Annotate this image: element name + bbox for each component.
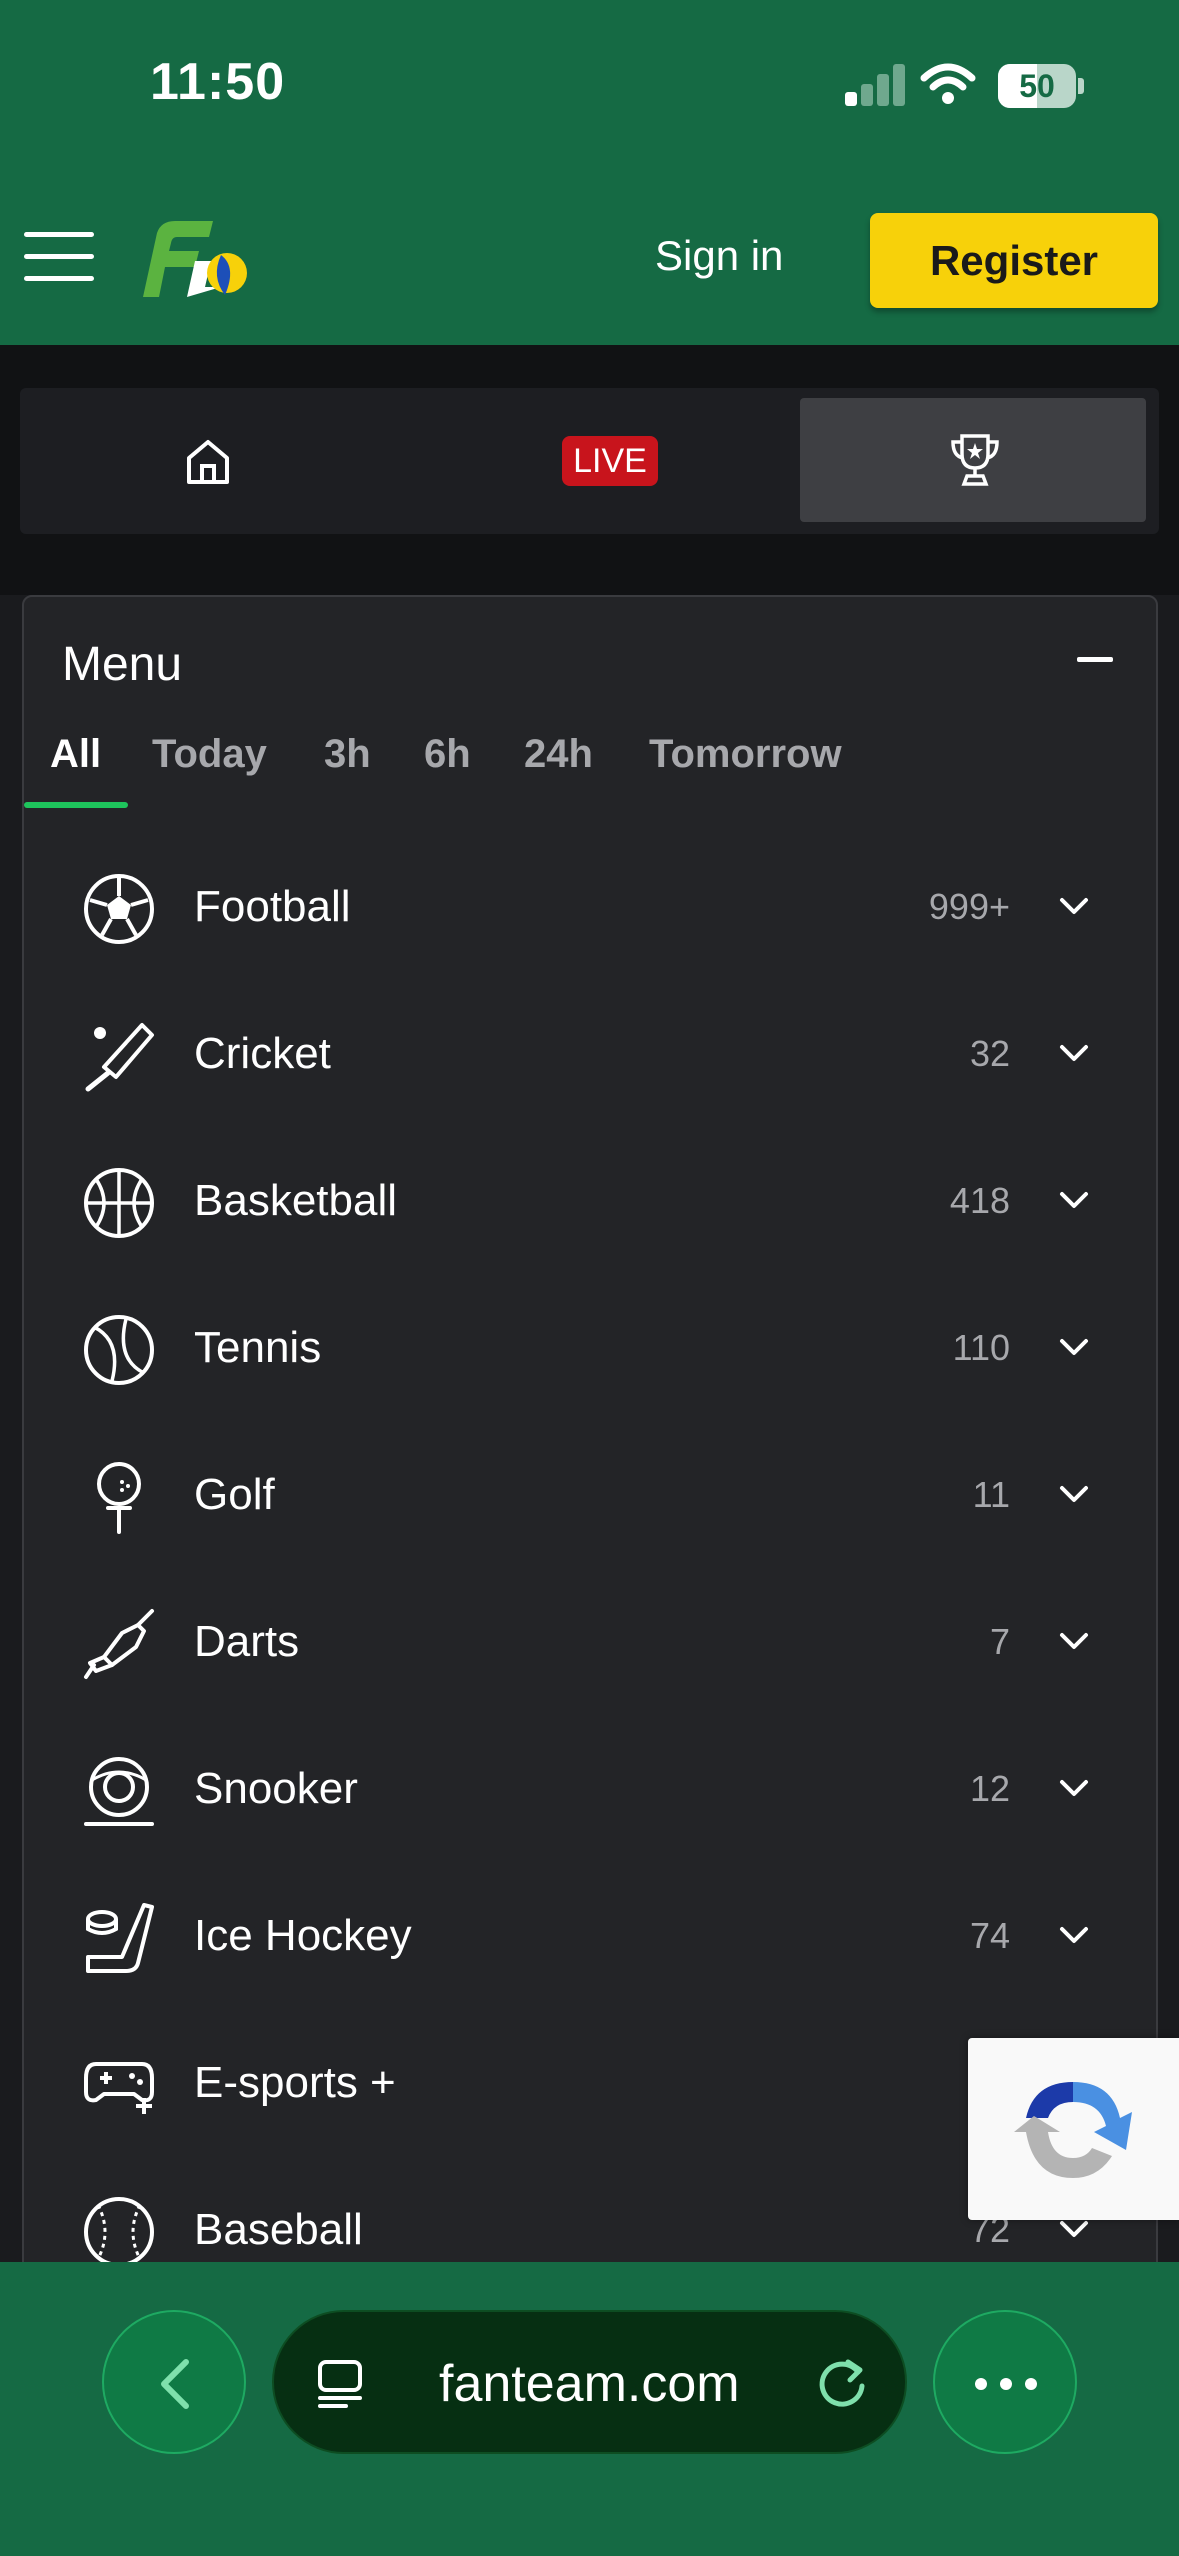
sport-row-snooker[interactable]: Snooker 12 [24,1716,1156,1863]
chevron-down-icon[interactable] [1054,1180,1094,1220]
baseball-icon [84,2197,154,2267]
hamburger-menu-icon[interactable] [24,230,96,282]
sport-name: Football [194,882,351,931]
reload-icon[interactable] [814,2356,870,2412]
recaptcha-badge[interactable] [968,2038,1179,2220]
football-icon [84,874,154,944]
address-bar[interactable]: fanteam.com [272,2310,907,2454]
sport-name: Baseball [194,2205,363,2254]
chevron-down-icon[interactable] [1054,1621,1094,1661]
status-bar: 11:50 50 [0,0,1179,170]
ice-hockey-icon [86,1903,154,1973]
trophy-icon [951,434,999,486]
active-filter-underline [24,802,128,808]
chevron-down-icon[interactable] [1054,886,1094,926]
sport-name: Darts [194,1617,300,1666]
home-icon [187,440,229,484]
sign-in-button[interactable]: Sign in [655,232,783,280]
sport-row-tennis[interactable]: Tennis 110 [24,1275,1156,1422]
more-dots-icon [975,2378,1037,2390]
event-count: 11 [972,1474,1010,1515]
sport-row-cricket[interactable]: Cricket 32 [24,981,1156,1128]
recaptcha-icon [1014,2082,1132,2178]
battery-level: 50 [1019,68,1055,104]
time-filter-tabs: All Today 3h 6h 24h Tomorrow [24,722,1156,812]
tab-live[interactable]: LIVE [410,388,780,534]
sport-name: E-sports + [194,2058,396,2107]
event-count: 999+ [928,886,1010,927]
chevron-down-icon[interactable] [1054,1474,1094,1514]
filter-today[interactable]: Today [152,732,267,777]
sport-name: Tennis [194,1323,322,1372]
filter-all[interactable]: All [50,732,101,777]
chevron-down-icon[interactable] [1054,1768,1094,1808]
event-count: 32 [969,1033,1010,1074]
menu-title: Menu [62,638,183,691]
sport-row-golf[interactable]: Golf 11 [24,1422,1156,1569]
filter-24h[interactable]: 24h [524,732,593,777]
filter-6h[interactable]: 6h [424,732,471,777]
event-count: 7 [989,1621,1010,1662]
darts-icon [84,1609,154,1679]
event-count: 74 [969,1915,1010,1956]
event-count: 418 [949,1180,1010,1221]
esports-icon [84,2062,154,2114]
sport-name: Snooker [194,1764,358,1813]
battery-icon: 50 [998,64,1076,108]
event-count: 12 [969,1768,1010,1809]
chevron-down-icon[interactable] [1054,1033,1094,1073]
chevron-down-icon[interactable] [1054,1327,1094,1367]
tab-page-icon [318,2360,362,2408]
sport-row-basketball[interactable]: Basketball 418 [24,1128,1156,1275]
back-button[interactable] [102,2310,246,2454]
status-time: 11:50 [150,53,286,111]
sport-name: Cricket [194,1029,331,1078]
tab-home[interactable] [20,388,390,534]
more-options-button[interactable] [933,2310,1077,2454]
register-button[interactable]: Register [870,213,1158,308]
filter-tomorrow[interactable]: Tomorrow [649,732,842,777]
golf-icon [97,1462,141,1534]
browser-toolbar: fanteam.com [0,2262,1179,2556]
sport-name: Golf [194,1470,275,1519]
chevron-down-icon[interactable] [1054,1915,1094,1955]
filter-3h[interactable]: 3h [324,732,371,777]
tennis-icon [84,1315,154,1385]
sport-row-darts[interactable]: Darts 7 [24,1569,1156,1716]
collapse-icon[interactable] [1077,657,1113,662]
sport-row-ice-hockey[interactable]: Ice Hockey 74 [24,1863,1156,2010]
url-text: fanteam.com [439,2355,740,2413]
event-count: 110 [952,1327,1010,1368]
live-badge: LIVE [562,436,658,486]
fanteam-logo[interactable] [125,215,250,305]
cricket-icon [85,1023,154,1092]
app-header: Sign in Register [0,170,1179,345]
basketball-icon [84,1168,154,1238]
sport-row-football[interactable]: Football 999+ [24,834,1156,981]
cellular-signal-icon [845,62,905,106]
sport-name: Basketball [194,1176,398,1225]
sport-name: Ice Hockey [194,1911,412,1960]
wifi-icon [920,63,976,104]
tab-competitions[interactable] [800,398,1146,522]
snooker-icon [84,1757,154,1826]
nav-tabbar: LIVE [20,388,1159,534]
chevron-left-icon [161,2359,189,2409]
battery-nub [1078,78,1084,94]
